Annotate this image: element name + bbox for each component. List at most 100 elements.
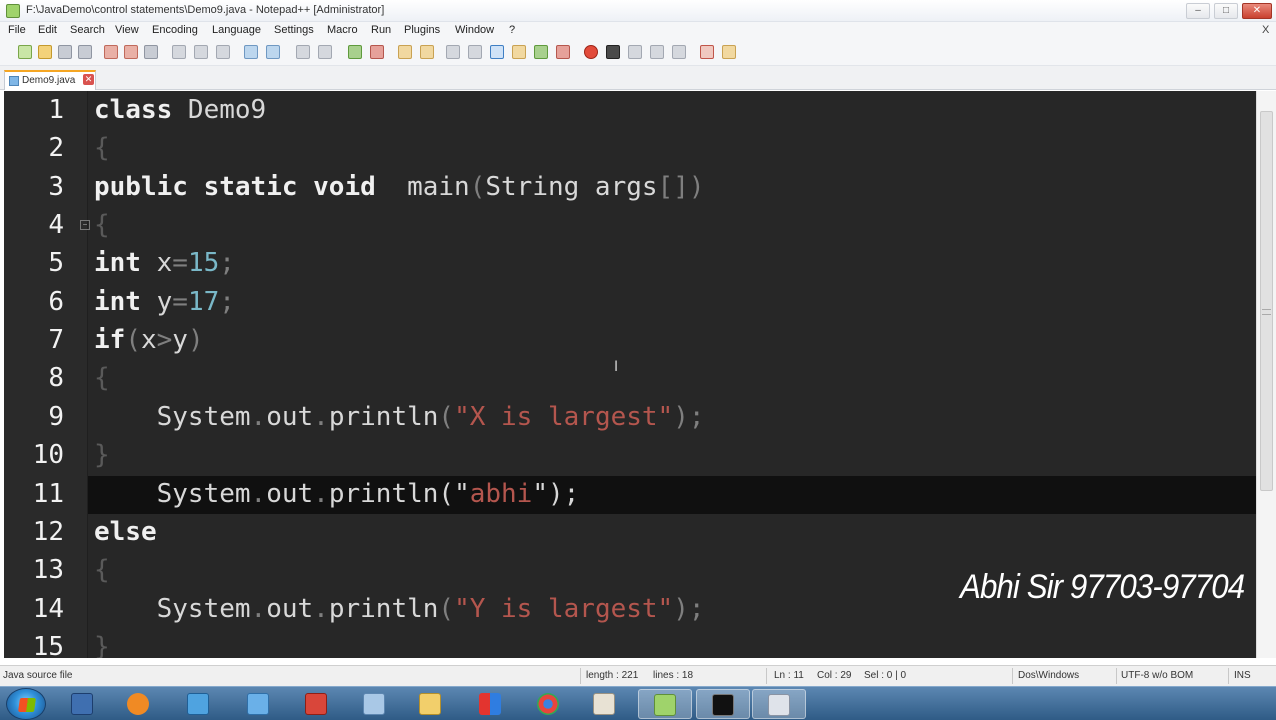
menu-edit[interactable]: Edit — [38, 24, 57, 36]
punctuation: ); — [548, 479, 580, 509]
taskbar-office[interactable] — [464, 689, 518, 719]
indent-guide-icon[interactable] — [490, 45, 504, 59]
line-number: 9 — [48, 402, 64, 432]
function-list-icon[interactable] — [556, 45, 570, 59]
punctuation: ) — [187, 325, 204, 355]
close-button[interactable]: ✕ — [1242, 3, 1272, 19]
tab-demo9-java[interactable]: Demo9.java ✕ — [4, 70, 96, 90]
taskbar-command-prompt[interactable] — [696, 689, 750, 719]
taskbar-notepadpp[interactable] — [638, 689, 692, 719]
maximize-button[interactable]: □ — [1214, 3, 1238, 19]
folder-icon — [419, 693, 441, 715]
minimize-button[interactable]: – — [1186, 3, 1210, 19]
code-line-10: } — [94, 440, 110, 478]
status-encoding: UTF-8 w/o BOM — [1121, 670, 1194, 681]
show-all-characters-icon[interactable] — [468, 45, 482, 59]
brace: { — [94, 363, 110, 393]
status-selection: Sel : 0 | 0 — [864, 670, 907, 681]
calculator-icon — [71, 693, 93, 715]
code-line-14: System.out.println("Y is largest"); — [94, 594, 705, 632]
punctuation: . — [313, 594, 329, 624]
menu-language[interactable]: Language — [212, 24, 261, 36]
undo-icon[interactable] — [244, 45, 258, 59]
zoom-out-icon[interactable] — [370, 45, 384, 59]
taskbar-network[interactable] — [232, 689, 286, 719]
notepadpp-app-icon[interactable] — [6, 4, 20, 18]
find-icon[interactable] — [296, 45, 310, 59]
spell-check-icon[interactable] — [700, 45, 714, 59]
line-number: 14 — [32, 594, 64, 624]
operator: = — [172, 287, 188, 317]
print-icon[interactable] — [144, 45, 158, 59]
menu-view[interactable]: View — [115, 24, 139, 36]
redo-icon[interactable] — [266, 45, 280, 59]
taskbar-recorder[interactable] — [752, 689, 806, 719]
string-literal: "X is largest" — [454, 402, 674, 432]
copy-icon[interactable] — [194, 45, 208, 59]
taskbar-calculator[interactable] — [56, 689, 110, 719]
status-lines: lines : 18 — [653, 670, 694, 681]
save-icon[interactable] — [58, 45, 72, 59]
vertical-scrollbar[interactable] — [1256, 91, 1276, 658]
identifier: x — [140, 248, 173, 278]
menu-plugins[interactable]: Plugins — [404, 24, 440, 36]
zoom-in-icon[interactable] — [348, 45, 362, 59]
taskbar-paint[interactable] — [578, 689, 632, 719]
save-macro-icon[interactable] — [672, 45, 686, 59]
code-line-7: if(x>y) — [94, 325, 204, 363]
paste-icon[interactable] — [216, 45, 230, 59]
menu-file[interactable]: File — [8, 24, 26, 36]
plugin-icon[interactable] — [722, 45, 736, 59]
menu-bar: File Edit Search View Encoding Language … — [0, 22, 1276, 40]
line-number: 2 — [48, 133, 64, 163]
user-defined-language-icon[interactable] — [512, 45, 526, 59]
run-macro-multiple-icon[interactable] — [650, 45, 664, 59]
stop-recording-icon[interactable] — [606, 45, 620, 59]
cut-icon[interactable] — [172, 45, 186, 59]
fold-marker-icon[interactable]: − — [80, 220, 90, 230]
record-macro-icon[interactable] — [584, 45, 598, 59]
start-button[interactable] — [6, 688, 46, 720]
close-document-button[interactable]: X — [1262, 24, 1269, 36]
open-file-icon[interactable] — [38, 45, 52, 59]
line-number: 5 — [48, 248, 64, 278]
menu-settings[interactable]: Settings — [274, 24, 314, 36]
taskbar-explorer[interactable] — [404, 689, 458, 719]
keyword: else — [94, 517, 157, 547]
menu-encoding[interactable]: Encoding — [152, 24, 198, 36]
code-line-11: System.out.println("abhi"); — [94, 479, 580, 517]
identifier: main — [375, 172, 470, 202]
brace: { — [94, 133, 110, 163]
menu-window[interactable]: Window — [455, 24, 494, 36]
menu-search[interactable]: Search — [70, 24, 105, 36]
taskbar-acrobat[interactable] — [290, 689, 344, 719]
string-literal: abhi — [469, 479, 533, 509]
word-wrap-icon[interactable] — [446, 45, 460, 59]
taskbar-libraries[interactable] — [348, 689, 402, 719]
computer-icon — [187, 693, 209, 715]
close-icon[interactable] — [104, 45, 118, 59]
taskbar-chrome[interactable] — [522, 689, 576, 719]
taskbar-media-player[interactable] — [112, 689, 166, 719]
sync-horizontal-icon[interactable] — [420, 45, 434, 59]
code-line-4: { — [94, 210, 110, 248]
replace-icon[interactable] — [318, 45, 332, 59]
tab-close-icon[interactable]: ✕ — [83, 74, 94, 85]
scrollbar-thumb[interactable] — [1260, 111, 1273, 491]
playback-macro-icon[interactable] — [628, 45, 642, 59]
taskbar-computer[interactable] — [172, 689, 226, 719]
new-file-icon[interactable] — [18, 45, 32, 59]
code-line-13: { — [94, 555, 110, 593]
sync-vertical-icon[interactable] — [398, 45, 412, 59]
close-all-icon[interactable] — [124, 45, 138, 59]
line-number: 13 — [32, 555, 64, 585]
menu-help[interactable]: ? — [509, 24, 515, 36]
save-all-icon[interactable] — [78, 45, 92, 59]
title-bar: F:\JavaDemo\control statements\Demo9.jav… — [0, 0, 1276, 22]
document-map-icon[interactable] — [534, 45, 548, 59]
menu-macro[interactable]: Macro — [327, 24, 358, 36]
menu-run[interactable]: Run — [371, 24, 391, 36]
